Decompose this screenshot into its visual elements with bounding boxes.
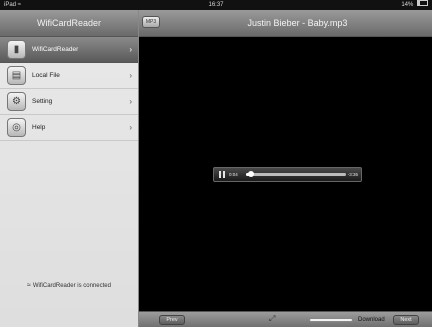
connection-status-text: WifiCardReader is connected (32, 283, 111, 289)
remaining-time: -3:36 (347, 172, 358, 177)
seek-bar[interactable] (246, 171, 346, 177)
sidebar-menu: ▮ WifiCardReader › ▤ Local File › ⚙ Sett… (0, 37, 138, 141)
chevron-right-icon: › (129, 97, 132, 106)
sidebar-item-label: Setting (32, 98, 53, 105)
chevron-right-icon: › (129, 123, 132, 132)
sidebar-item-label: WifiCardReader (32, 46, 79, 53)
sidebar: WifiCardReader ▮ WifiCardReader › ▤ Loca… (0, 10, 139, 327)
status-bar: iPad ≈ 16:37 14% (0, 0, 432, 10)
sidebar-title: WifiCardReader (0, 10, 138, 37)
chevron-right-icon: › (129, 71, 132, 80)
seek-bar-handle[interactable] (248, 171, 254, 177)
sidebar-item-label: Help (32, 124, 46, 131)
wifi-icon: ≈ (27, 282, 31, 289)
file-type-badge[interactable]: MP3 (142, 16, 160, 28)
main-panel: MP3 Justin Bieber - Baby.mp3 0:04 -3:36 … (139, 10, 432, 327)
chevron-right-icon: › (129, 45, 132, 54)
fullscreen-icon[interactable]: ⤢ (269, 314, 275, 324)
download-button[interactable]: Download (358, 315, 385, 325)
audio-player: 0:04 -3:36 (213, 167, 362, 182)
sidebar-item-help[interactable]: ◎ Help › (0, 115, 138, 141)
briefcase-icon: ▤ (7, 66, 26, 85)
elapsed-time: 0:04 (229, 172, 238, 177)
sidebar-item-label: Local File (32, 72, 60, 79)
battery-icon (417, 0, 428, 7)
settings-icon: ⚙ (7, 92, 26, 111)
sidebar-item-wificardreader[interactable]: ▮ WifiCardReader › (0, 37, 138, 63)
main-nav-bar: MP3 Justin Bieber - Baby.mp3 (139, 10, 432, 37)
sidebar-item-local-file[interactable]: ▤ Local File › (0, 63, 138, 89)
status-right: 14% (401, 0, 428, 10)
battery-percent: 14% (401, 2, 414, 8)
page-title: Justin Bieber - Baby.mp3 (247, 18, 348, 28)
pause-button[interactable] (219, 171, 225, 178)
prev-button[interactable]: Prev (159, 315, 185, 325)
bottom-toolbar: Prev ⤢ Download Next (139, 311, 432, 327)
lifebuoy-icon: ◎ (7, 118, 26, 137)
next-button[interactable]: Next (393, 315, 419, 325)
connection-status: ≈ WifiCardReader is connected (0, 282, 138, 289)
download-progress-bar (309, 318, 353, 322)
sidebar-item-setting[interactable]: ⚙ Setting › (0, 89, 138, 115)
status-time: 16:37 (208, 2, 224, 8)
card-reader-icon: ▮ (7, 40, 26, 59)
